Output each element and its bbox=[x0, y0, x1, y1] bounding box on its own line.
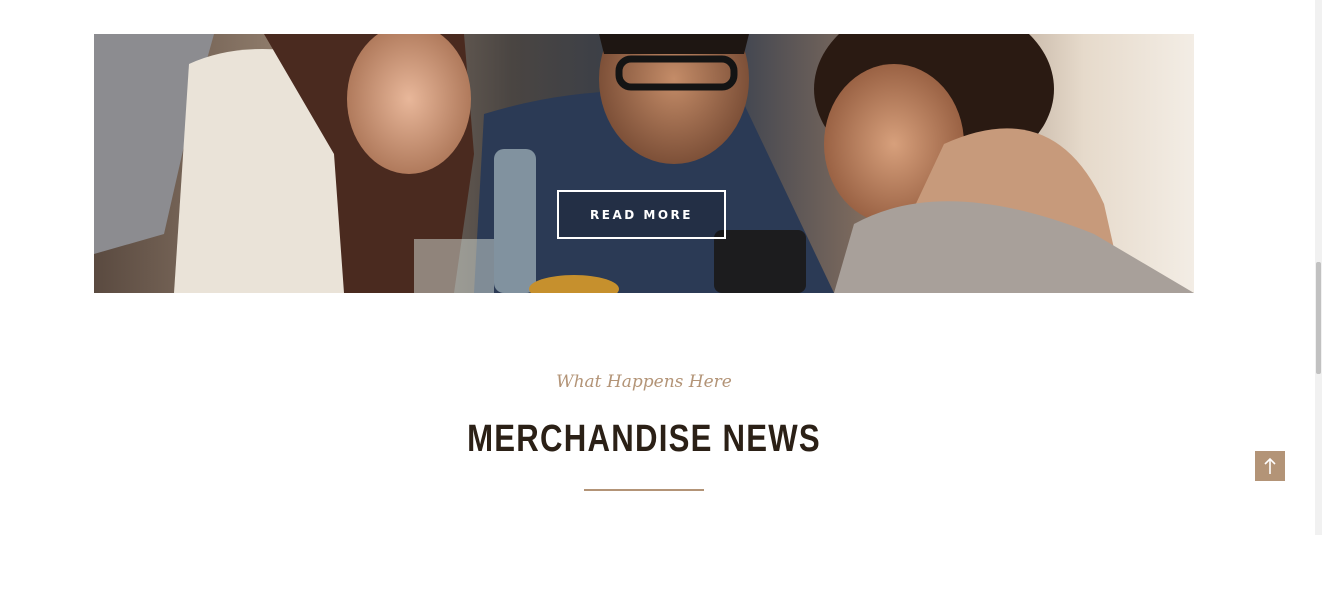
page-scrollbar[interactable] bbox=[1315, 0, 1322, 535]
hero-photo bbox=[94, 34, 1194, 293]
read-more-button[interactable]: READ MORE bbox=[557, 190, 726, 239]
arrow-up-icon bbox=[1264, 457, 1276, 474]
section-title: MERCHANDISE NEWS bbox=[467, 418, 821, 460]
section-divider bbox=[584, 489, 704, 491]
back-to-top-button[interactable] bbox=[1255, 451, 1285, 481]
hero-banner: READ MORE bbox=[94, 34, 1194, 293]
scrollbar-thumb[interactable] bbox=[1316, 262, 1321, 374]
section-subtitle: What Happens Here bbox=[556, 372, 732, 392]
page: READ MORE What Happens Here MERCHANDISE … bbox=[0, 0, 1322, 614]
